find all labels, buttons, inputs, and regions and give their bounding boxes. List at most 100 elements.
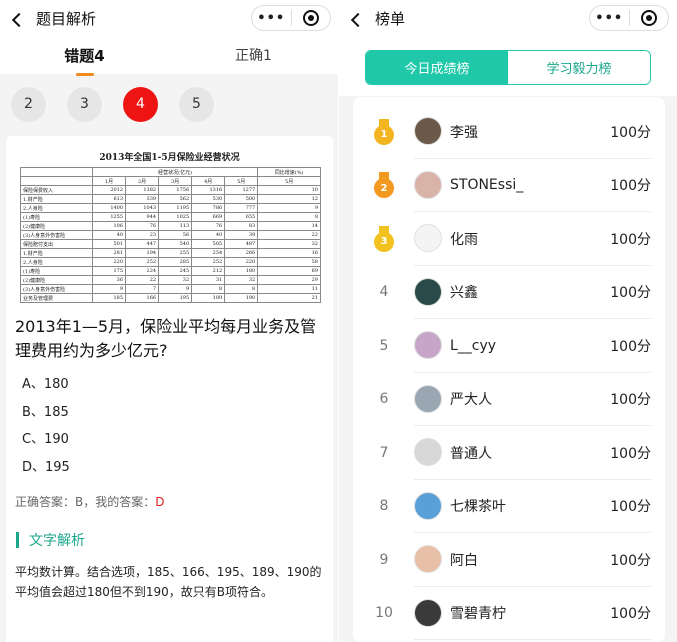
- avatar[interactable]: [414, 277, 442, 306]
- table-cell: 58: [257, 257, 321, 267]
- ranking-row[interactable]: 9 阿白 100分: [353, 533, 665, 587]
- question-number[interactable]: 5: [179, 86, 214, 122]
- user-name: 普通人: [450, 445, 492, 462]
- table-cell: 944: [125, 212, 160, 222]
- table-cell: 9: [91, 284, 127, 294]
- medal-rank: 3: [374, 231, 394, 252]
- more-menu-icon[interactable]: •••: [590, 11, 629, 26]
- table-row: (1)寿险 175 224 245 212 180 69: [20, 266, 321, 276]
- table-cell: 32: [158, 275, 193, 285]
- table-cell: (2)健康险: [20, 221, 93, 231]
- table-cell: 185: [91, 293, 127, 303]
- table-cell: 189: [191, 293, 226, 303]
- table-cell: 1195: [158, 203, 193, 213]
- table-cell: 9: [158, 284, 193, 294]
- option-c[interactable]: C、190: [22, 426, 324, 454]
- mini-program-capsule: •••: [589, 5, 669, 31]
- avatar[interactable]: [414, 545, 442, 573]
- table-row: 2.人身险 220 252 285 252 220 58: [20, 257, 321, 267]
- medal-rank: 2: [374, 178, 394, 199]
- avatar[interactable]: [414, 491, 442, 520]
- table-header-row: 经营状况(亿元) 同比增速(%): [20, 167, 321, 177]
- table-cell: 166: [125, 293, 160, 303]
- back-arrow-icon[interactable]: [347, 8, 367, 28]
- option-d[interactable]: D、195: [22, 454, 324, 482]
- table-cell: [20, 176, 93, 186]
- avatar[interactable]: [414, 170, 442, 199]
- table-cell: 29: [257, 275, 321, 285]
- table-header-cell: 同比增速(%): [257, 167, 321, 177]
- table-header-row: 1月 2月 3月 4月 5月 5月: [20, 176, 321, 186]
- table-cell: 655: [224, 212, 259, 222]
- question-number[interactable]: 3: [67, 86, 102, 122]
- medal-badge: 3: [373, 225, 395, 252]
- more-menu-icon[interactable]: •••: [252, 11, 291, 26]
- avatar[interactable]: [414, 117, 442, 145]
- table-cell: 8: [224, 284, 259, 294]
- avatar[interactable]: [414, 331, 442, 359]
- close-target-icon[interactable]: [291, 10, 330, 26]
- table-cell: 1043: [125, 203, 160, 213]
- ranking-row[interactable]: 8 七棵茶叶 100分: [353, 480, 665, 533]
- tab-correct[interactable]: 正确1: [169, 45, 338, 65]
- table-cell: 266: [224, 248, 259, 258]
- table-row: (1)寿险 1255 944 1025 669 655 8: [20, 212, 321, 222]
- table-cell: 8: [191, 284, 226, 294]
- table-cell: 1316: [191, 185, 226, 195]
- table-cell: 195: [158, 293, 193, 303]
- tab-study-perseverance[interactable]: 学习毅力榜: [508, 51, 650, 84]
- option-b[interactable]: B、185: [22, 399, 324, 427]
- table-cell: 252: [125, 257, 160, 267]
- table-cell: 339: [125, 194, 160, 204]
- table-cell: 12: [257, 194, 321, 204]
- question-number[interactable]: 2: [11, 86, 46, 122]
- table-cell: 447: [125, 239, 160, 249]
- ranking-row[interactable]: 10 雪碧青柠 100分: [353, 587, 665, 640]
- table-row: 1.财产险 281 194 255 254 266 16: [20, 248, 321, 258]
- tab-today-score[interactable]: 今日成绩榜: [366, 51, 508, 84]
- table-row: 2.人身险 1400 1043 1195 786 777 9: [20, 203, 321, 213]
- ranking-row[interactable]: 1 李强 100分: [353, 105, 665, 159]
- ranking-row[interactable]: 7 普通人 100分: [353, 426, 665, 480]
- table-cell: 7: [125, 284, 160, 294]
- ranking-row[interactable]: 3 化雨 100分: [353, 212, 665, 266]
- ranking-row[interactable]: 6 严大人 100分: [353, 373, 665, 426]
- ranking-row[interactable]: 4 兴鑫 100分: [353, 266, 665, 319]
- option-a[interactable]: A、180: [22, 371, 324, 399]
- table-cell: 245: [158, 266, 193, 276]
- table-header-cell: [20, 167, 93, 177]
- avatar[interactable]: [414, 224, 442, 252]
- table-cell: 613: [91, 194, 127, 204]
- table-title: 2013年全国1-5月保险业经营状况: [99, 153, 240, 163]
- answer-tabs: 错题4 正确1: [0, 36, 338, 76]
- rank-number: 9: [379, 551, 389, 568]
- close-target-icon[interactable]: [629, 10, 668, 26]
- ranking-row[interactable]: 2 STONEssi_ 100分: [353, 159, 665, 212]
- table-row: 业务及管理费 185 166 195 189 190 21: [20, 293, 321, 303]
- table-row: (2)健康险 36 22 32 31 32 29: [20, 275, 321, 285]
- table-cell: 32: [257, 239, 321, 249]
- avatar[interactable]: [414, 384, 442, 413]
- table-cell: 1月: [91, 176, 127, 186]
- leaderboard-panel: 榜单 ••• 今日成绩榜 学习毅力榜 1 李强 100分 2 STONEssi_ 100分…: [339, 0, 677, 642]
- table-cell: 212: [191, 266, 226, 276]
- tab-wrong[interactable]: 错题4: [0, 45, 169, 76]
- user-score: 100分: [610, 499, 651, 516]
- table-cell: 76: [125, 221, 160, 231]
- insurance-table: 经营状况(亿元) 同比增速(%) 1月 2月 3月 4月 5月 5月 保险保费收入 2012 138…: [20, 167, 321, 303]
- table-cell: 保险保费收入: [20, 185, 93, 195]
- table-cell: 281: [91, 248, 127, 258]
- back-arrow-icon[interactable]: [8, 8, 28, 28]
- table-cell: 1.财产险: [20, 194, 93, 204]
- analysis-title: 文字解析: [29, 533, 85, 549]
- table-cell: 180: [224, 266, 259, 276]
- table-cell: 777: [224, 203, 259, 213]
- question-number-active[interactable]: 4: [123, 86, 158, 122]
- ranking-row[interactable]: 5 L__cyy 100分: [353, 319, 665, 373]
- avatar[interactable]: [414, 598, 442, 627]
- table-cell: 252: [191, 257, 226, 267]
- table-cell: 500: [224, 194, 259, 204]
- table-cell: 保险赔付支出: [20, 239, 93, 249]
- avatar[interactable]: [414, 438, 442, 466]
- table-cell: 23: [125, 230, 160, 240]
